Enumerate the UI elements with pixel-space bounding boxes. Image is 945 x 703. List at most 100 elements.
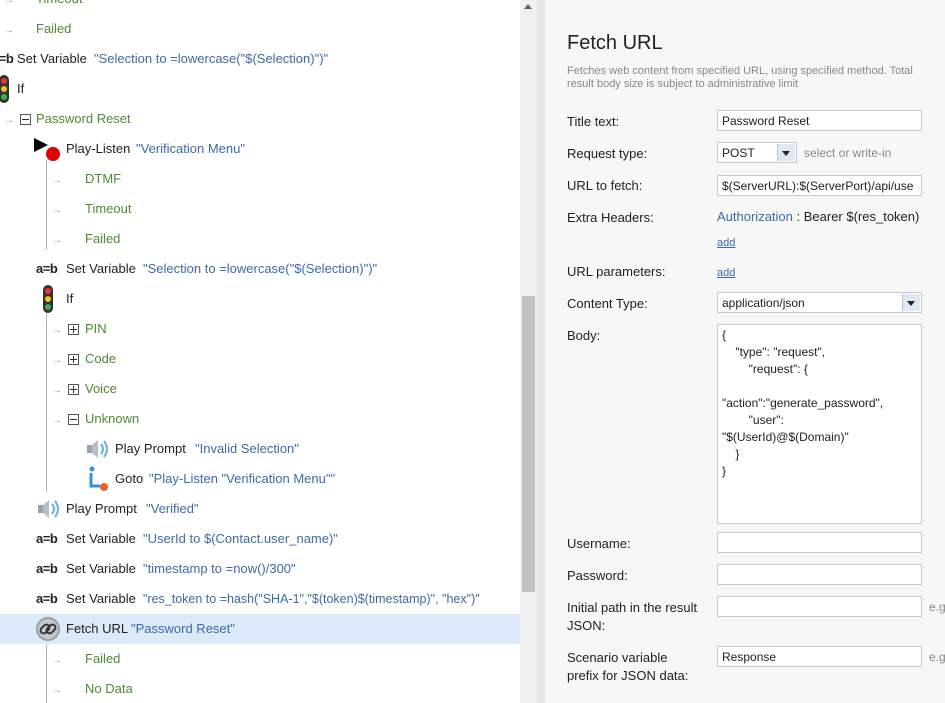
node-argument: "Selection to =lowercase("$(Selection)")… — [143, 261, 378, 276]
scenario-tree[interactable]: → Timeout → Failed a=b Set Variable "Sel… — [0, 0, 520, 703]
header-row: Authorization : Bearer $(res_token) — [717, 209, 919, 224]
title-text-label: Title text: — [567, 114, 620, 129]
request-type-value: POST — [722, 146, 755, 160]
set-variable-icon: a=b — [36, 561, 58, 576]
link-icon — [36, 617, 60, 641]
prefix-eg-hint: e.g — [929, 650, 945, 664]
branch-arrow-icon: → — [52, 685, 62, 696]
node-keyword: Fetch URL — [66, 621, 129, 636]
speaker-icon — [87, 440, 108, 458]
pane-divider[interactable] — [537, 0, 545, 703]
scrollbar-thumb[interactable] — [522, 296, 535, 592]
initial-path-label: Initial path in the result JSON: — [567, 600, 698, 633]
branch-label: Password Reset — [36, 111, 131, 126]
branch-arrow-icon: → — [52, 235, 62, 246]
properties-panel: Fetch URL Fetches web content from speci… — [545, 0, 945, 703]
branch-arrow-icon: → — [4, 25, 14, 36]
request-type-select[interactable]: POST — [717, 142, 797, 163]
chevron-down-icon[interactable] — [777, 144, 795, 161]
password-label: Password: — [567, 568, 628, 583]
node-argument: "Verified" — [146, 501, 199, 516]
title-text-input[interactable]: Password Reset — [717, 110, 922, 131]
body-label: Body: — [567, 328, 601, 343]
node-keyword: Set Variable — [17, 51, 87, 66]
branch-arrow-icon: → — [52, 325, 62, 336]
header-name-link[interactable]: Authorization — [717, 209, 793, 224]
branch-arrow-icon: → — [52, 175, 62, 186]
node-keyword: Play-Listen — [66, 141, 131, 156]
node-keyword: Goto — [115, 471, 144, 486]
branch-label: Failed — [36, 21, 72, 36]
node-keyword: Set Variable — [66, 591, 136, 606]
node-argument: "Play-Listen "Verification Menu"" — [149, 471, 336, 486]
speaker-icon — [38, 500, 59, 518]
request-type-hint: select or write-in — [804, 146, 892, 160]
branch-label: Unknown — [85, 411, 140, 426]
url-input[interactable]: $(ServerURL):$(ServerPort)/api/use — [717, 175, 922, 196]
chevron-down-icon[interactable] — [902, 294, 920, 311]
scroll-up-arrow-icon[interactable] — [524, 4, 532, 9]
node-keyword: Play Prompt — [66, 501, 137, 516]
branch-label: PIN — [85, 321, 107, 336]
branch-label: Voice — [85, 381, 117, 396]
goto-icon — [89, 466, 108, 491]
panel-description: Fetches web content from specified URL, … — [567, 65, 913, 90]
branch-label: DTMF — [85, 171, 122, 186]
prefix-input[interactable]: Response — [717, 646, 922, 667]
tree-connector-line — [46, 160, 47, 250]
node-argument: "timestamp to =now()/300" — [143, 561, 296, 576]
expand-toggle[interactable] — [68, 324, 79, 335]
branch-label: Code — [85, 351, 117, 366]
username-input[interactable] — [717, 532, 922, 553]
url-parameters-label: URL parameters: — [567, 264, 666, 279]
password-input[interactable] — [717, 564, 922, 585]
request-type-label: Request type: — [567, 146, 648, 161]
url-label: URL to fetch: — [567, 178, 643, 193]
add-url-parameter-link[interactable]: add — [717, 267, 735, 279]
branch-arrow-icon: → — [52, 415, 62, 426]
set-variable-icon: a=b — [36, 531, 58, 546]
node-keyword: If — [66, 291, 74, 306]
tree-connector-line — [46, 642, 47, 703]
branch-label: Timeout — [85, 201, 132, 216]
collapse-toggle[interactable] — [20, 114, 31, 125]
tree-connector-line — [46, 312, 47, 492]
node-argument: "Invalid Selection" — [195, 441, 299, 456]
branch-arrow-icon: → — [52, 385, 62, 396]
branch-arrow-icon: → — [52, 355, 62, 366]
branch-arrow-icon: → — [52, 205, 62, 216]
branch-arrow-icon: → — [4, 115, 14, 126]
branch-arrow-icon: → — [4, 0, 14, 6]
node-argument: "Password Reset" — [131, 621, 235, 636]
set-variable-icon: a=b — [0, 51, 14, 66]
initial-path-input[interactable] — [717, 596, 922, 617]
branch-label: Failed — [85, 651, 121, 666]
traffic-light-icon — [0, 75, 9, 103]
header-value: : Bearer $(res_token) — [796, 209, 920, 224]
expand-toggle[interactable] — [68, 384, 79, 395]
branch-arrow-icon: → — [52, 655, 62, 666]
content-type-select[interactable]: application/json — [717, 292, 922, 313]
node-keyword: Play Prompt — [115, 441, 186, 456]
set-variable-icon: a=b — [36, 591, 58, 606]
tree-scrollbar[interactable] — [520, 0, 537, 703]
node-keyword: Set Variable — [66, 531, 136, 546]
username-label: Username: — [567, 536, 631, 551]
body-textarea[interactable]: { "type": "request", "request": { "actio… — [717, 324, 922, 524]
branch-label: Timeout — [36, 0, 82, 14]
traffic-light-icon — [43, 285, 53, 313]
branch-label: Failed — [85, 231, 121, 246]
node-argument: "Verification Menu" — [136, 141, 245, 156]
node-keyword: If — [17, 81, 25, 96]
branch-label: No Data — [85, 681, 133, 696]
node-argument: "res_token to =hash("SHA-1","$(token)$(t… — [143, 592, 480, 606]
node-argument: "UserId to $(Contact.user_name)" — [143, 531, 338, 546]
node-argument: "Selection to =lowercase("$(Selection)")… — [94, 51, 329, 66]
node-keyword: Set Variable — [66, 561, 136, 576]
expand-toggle[interactable] — [68, 354, 79, 365]
add-header-link[interactable]: add — [717, 237, 735, 249]
panel-title: Fetch URL — [567, 32, 663, 54]
content-type-value: application/json — [722, 296, 805, 310]
collapse-toggle[interactable] — [68, 414, 79, 425]
tree-row-selected[interactable]: Fetch URL "Password Reset" — [0, 614, 520, 644]
